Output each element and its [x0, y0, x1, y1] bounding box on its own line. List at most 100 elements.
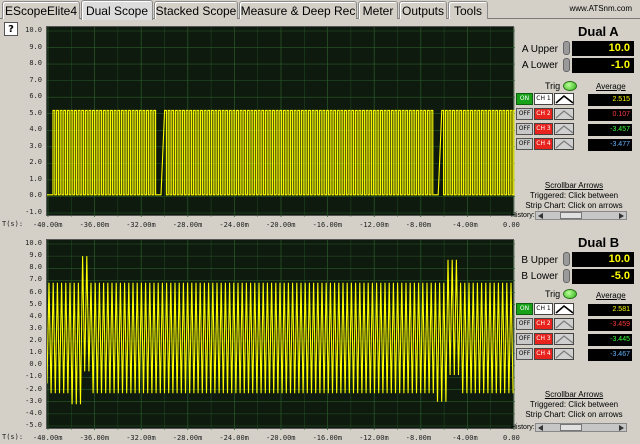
ch3-average-value: -3.457 — [588, 124, 632, 136]
trig-label-b: Trig — [545, 289, 561, 299]
ch4-toggle-button[interactable]: OFF — [516, 348, 533, 360]
ch4-label: CH 4 — [534, 348, 553, 360]
b-upper-label: B Upper — [521, 255, 558, 266]
ch1-toggle-button[interactable]: ON — [516, 93, 533, 105]
y-tick-label: 4.0 — [29, 311, 42, 320]
tab-tools[interactable]: Tools — [448, 1, 488, 19]
ch1-trigger-slope-icon[interactable] — [554, 303, 574, 315]
ch2-average-value: -3.459 — [588, 319, 632, 331]
a-upper-value[interactable]: 10.0 — [572, 41, 634, 56]
y-tick-label: 7.0 — [29, 275, 42, 284]
average-header-a: Average — [596, 82, 626, 91]
ch1-label: CH 1 — [534, 93, 553, 105]
a-lower-label: A Lower — [521, 60, 558, 71]
y-tick-label: 0.0 — [29, 360, 42, 369]
trig-led-a[interactable] — [563, 81, 577, 91]
ch1-average-value: 2.581 — [588, 304, 632, 316]
ch4-average-value: -3.477 — [588, 139, 632, 151]
ch3-toggle-button[interactable]: OFF — [516, 123, 533, 135]
tab-meter[interactable]: Meter — [358, 1, 398, 19]
history-thumb-a[interactable] — [560, 212, 582, 219]
x-tick-label: -36.00m — [79, 434, 110, 442]
y-tick-label: 1.0 — [29, 174, 42, 183]
ch3-trigger-slope-icon[interactable] — [554, 123, 574, 135]
ch1-toggle-button[interactable]: ON — [516, 303, 533, 315]
history-left-arrow-a[interactable] — [538, 213, 543, 219]
y-tick-label: 5.0 — [29, 108, 42, 117]
ch1-trigger-slope-icon[interactable] — [554, 93, 574, 105]
ch2-toggle-button[interactable]: OFF — [516, 318, 533, 330]
a-upper-spinner[interactable] — [563, 41, 570, 55]
history-scrollbar-b[interactable] — [535, 423, 627, 432]
y-tick-label: 8.0 — [29, 59, 42, 68]
b-upper-spinner[interactable] — [563, 252, 570, 266]
scope-b-trace-svg — [47, 240, 515, 430]
x-tick-label: -16.00m — [312, 434, 343, 442]
b-lower-label: B Lower — [521, 271, 558, 282]
y-tick-label: 6.0 — [29, 92, 42, 101]
b-upper-value[interactable]: 10.0 — [572, 252, 634, 267]
tab-escopeelite4[interactable]: EScopeElite4 — [2, 1, 80, 19]
y-tick-label: 2.0 — [29, 158, 42, 167]
x-tick-label: -8.00m — [405, 434, 432, 442]
x-tick-label: -40.00m — [33, 434, 63, 442]
ch3-label: CH 3 — [534, 123, 553, 135]
x-tick-label: 0.00 — [503, 221, 520, 229]
ch2-trigger-slope-icon[interactable] — [554, 318, 574, 330]
y-tick-label: -2.0 — [25, 384, 42, 393]
y-tick-label: 5.0 — [29, 299, 42, 308]
a-upper-label: A Upper — [521, 44, 558, 55]
tab-outputs[interactable]: Outputs — [399, 1, 447, 19]
ch2-label: CH 2 — [534, 108, 553, 120]
panel-title-a: Dual A — [578, 24, 619, 39]
scope-b-plot — [46, 239, 515, 430]
history-label-b: History: — [511, 424, 535, 431]
history-thumb-b[interactable] — [560, 424, 582, 431]
history-left-arrow-b[interactable] — [538, 425, 543, 431]
history-label-a: History: — [511, 212, 535, 219]
history-scrollbar-a[interactable] — [535, 211, 627, 220]
trig-led-b[interactable] — [563, 289, 577, 299]
ch4-trigger-slope-icon[interactable] — [554, 348, 574, 360]
b-lower-spinner[interactable] — [563, 269, 570, 283]
ch1-label: CH 1 — [534, 303, 553, 315]
ch2-label: CH 2 — [534, 318, 553, 330]
history-right-arrow-b[interactable] — [619, 425, 624, 431]
x-tick-label: -20.00m — [266, 434, 296, 442]
y-tick-label: 0.0 — [29, 191, 42, 200]
y-tick-label: 4.0 — [29, 125, 42, 134]
scrollbar-arrows-title-b: Scrollbar Arrows — [544, 390, 604, 399]
ch2-trigger-slope-icon[interactable] — [554, 108, 574, 120]
a-lower-spinner[interactable] — [563, 58, 570, 72]
y-tick-label: 6.0 — [29, 287, 42, 296]
b-lower-value[interactable]: -5.0 — [572, 269, 634, 284]
x-tick-label: 0.00 — [503, 434, 520, 442]
trig-label-a: Trig — [545, 81, 561, 91]
y-tick-label: -5.0 — [25, 421, 42, 429]
y-tick-label: 9.0 — [29, 42, 42, 51]
x-tick-label: -12.00m — [359, 221, 389, 229]
scroll-help-1-b: Triggered: Click between — [529, 400, 619, 409]
ch3-toggle-button[interactable]: OFF — [516, 333, 533, 345]
history-right-arrow-a[interactable] — [619, 213, 624, 219]
scope-a-plot — [46, 26, 515, 217]
tab-bar: EScopeElite4 Dual Scope Stacked Scope Me… — [0, 0, 640, 20]
ch2-toggle-button[interactable]: OFF — [516, 108, 533, 120]
ch4-toggle-button[interactable]: OFF — [516, 138, 533, 150]
x-tick-label: -36.00m — [79, 221, 110, 229]
x-tick-label: -16.00m — [312, 221, 343, 229]
ch1-average-value: 2.515 — [588, 94, 632, 106]
tab-measure-deep-rec[interactable]: Measure & Deep Rec — [239, 1, 357, 19]
x-tick-label: -24.00m — [219, 434, 249, 442]
y-tick-label: -3.0 — [25, 396, 42, 405]
a-lower-value[interactable]: -1.0 — [572, 58, 634, 73]
ch4-trigger-slope-icon[interactable] — [554, 138, 574, 150]
scroll-help-1-a: Triggered: Click between — [529, 191, 619, 200]
ch3-trigger-slope-icon[interactable] — [554, 333, 574, 345]
ch4-label: CH 4 — [534, 138, 553, 150]
website-label: www.ATSnm.com — [569, 4, 632, 13]
tab-dual-scope[interactable]: Dual Scope — [81, 0, 153, 20]
tab-stacked-scope[interactable]: Stacked Scope — [154, 1, 238, 19]
y-tick-label: 1.0 — [29, 348, 42, 357]
ch3-average-value: -3.445 — [588, 334, 632, 346]
